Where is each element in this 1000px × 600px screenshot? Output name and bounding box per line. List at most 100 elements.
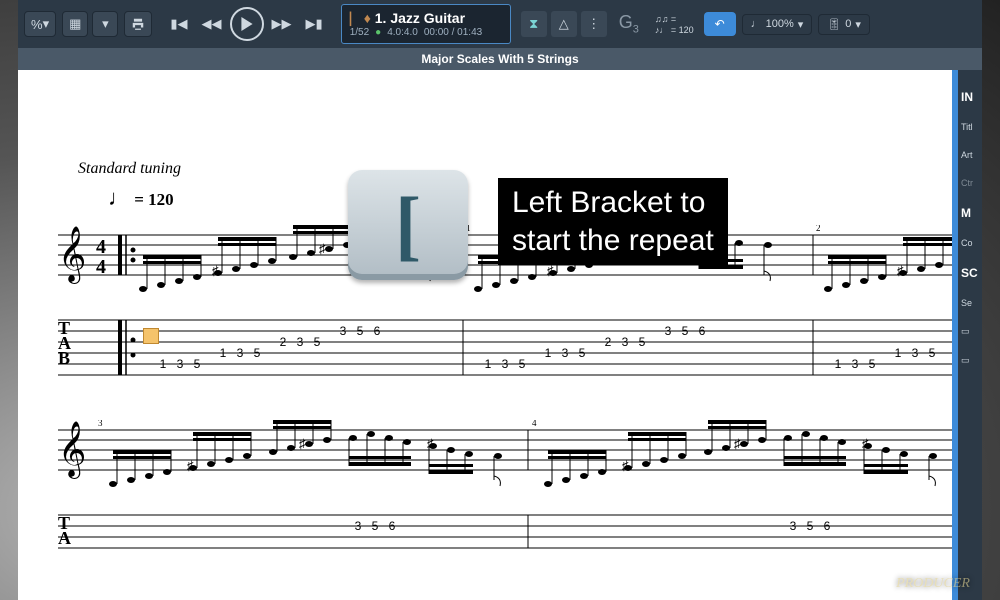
svg-text:3: 3 bbox=[237, 346, 244, 360]
tempo-box[interactable]: ♩ 100% ▾ bbox=[742, 14, 813, 35]
timer-icon[interactable]: ⧗ bbox=[521, 11, 547, 37]
svg-text:6: 6 bbox=[699, 324, 706, 338]
tab-staff-1: 135 135 235 356 135 135 235 356 135 135 bbox=[58, 315, 952, 380]
side-icon-1[interactable]: ▭ bbox=[961, 326, 970, 337]
svg-text:5: 5 bbox=[254, 346, 261, 360]
tuner-dropdown-icon[interactable]: ▾ bbox=[855, 18, 861, 31]
side-section-m: M bbox=[961, 206, 971, 220]
time-position: 00:00 / 01:43 bbox=[424, 27, 482, 38]
side-label-se[interactable]: Se bbox=[961, 298, 972, 308]
side-section-sc: SC bbox=[961, 266, 978, 280]
svg-text:♯: ♯ bbox=[299, 436, 306, 451]
layout-dropdown-icon[interactable]: ▾ bbox=[92, 11, 118, 37]
svg-text:2: 2 bbox=[605, 335, 612, 349]
watermark: PRODUCER bbox=[896, 576, 970, 592]
svg-text:3: 3 bbox=[355, 519, 362, 533]
status-block: ♫♫ = ♪♩ = 120 bbox=[651, 14, 698, 35]
edit-cursor[interactable] bbox=[143, 328, 159, 344]
staff-system-2: 𝄞 3 4 ♯ ♯ ♯ ♯ ♯ bbox=[58, 420, 952, 495]
svg-text:♯: ♯ bbox=[319, 241, 326, 256]
tuner-box[interactable]: 🎚 0 ▾ bbox=[818, 14, 870, 35]
content-area: Standard tuning ♩ = 120 𝄞 4 4 bbox=[18, 70, 982, 600]
annotation-text: Left Bracket to start the repeat bbox=[498, 178, 728, 265]
forward-end-button[interactable]: ▶▮ bbox=[300, 11, 329, 37]
tempo-marking: ♩ = 120 bbox=[108, 185, 174, 211]
svg-text:1: 1 bbox=[485, 357, 492, 371]
tab-staff-2: 356 356 bbox=[58, 510, 952, 550]
svg-text:5: 5 bbox=[194, 357, 201, 371]
tuning-label: Standard tuning bbox=[78, 160, 181, 178]
svg-text:5: 5 bbox=[357, 324, 364, 338]
svg-text:1: 1 bbox=[895, 346, 902, 360]
svg-text:5: 5 bbox=[579, 346, 586, 360]
zoom-button[interactable]: % ▾ bbox=[24, 11, 56, 37]
keycap-left-bracket: [ bbox=[348, 170, 468, 280]
side-label-title[interactable]: Titl bbox=[961, 122, 973, 132]
svg-text:𝄞: 𝄞 bbox=[58, 227, 86, 284]
document-title-bar: Major Scales With 5 Strings bbox=[18, 48, 982, 70]
side-label-ctr[interactable]: Ctr bbox=[961, 178, 973, 188]
svg-text:3: 3 bbox=[177, 357, 184, 371]
track-tools: ⧗ △ ⋮ bbox=[521, 11, 607, 37]
side-label-co[interactable]: Co bbox=[961, 238, 973, 248]
svg-text:6: 6 bbox=[374, 324, 381, 338]
tempo-note-icon: ♩ bbox=[751, 18, 762, 30]
track-info-panel[interactable]: ⎸♦ 1. Jazz Guitar 1/52 ●4.0:4.0 00:00 / … bbox=[341, 4, 511, 44]
svg-text:3: 3 bbox=[852, 357, 859, 371]
tuning-fork-icon: 🎚 bbox=[827, 18, 841, 31]
svg-text:3: 3 bbox=[912, 346, 919, 360]
app-window: % ▾ ▦ ▾ ▮◀ ◀◀ ▶▶ ▶▮ ⎸♦ 1. Jazz Guitar 1 bbox=[18, 0, 982, 600]
zoom-group: % ▾ bbox=[24, 11, 56, 37]
play-button[interactable] bbox=[230, 7, 264, 41]
play-icon bbox=[240, 17, 254, 31]
document-title: Major Scales With 5 Strings bbox=[421, 52, 578, 66]
time-sig: 4.0:4.0 bbox=[387, 27, 418, 38]
track-subinfo: 1/52 ●4.0:4.0 00:00 / 01:43 bbox=[350, 27, 502, 38]
svg-text:4: 4 bbox=[532, 420, 537, 428]
svg-text:1: 1 bbox=[220, 346, 227, 360]
svg-text:2: 2 bbox=[816, 225, 821, 233]
svg-text:5: 5 bbox=[807, 519, 814, 533]
side-label-artist[interactable]: Art bbox=[961, 150, 973, 160]
svg-text:3: 3 bbox=[562, 346, 569, 360]
chord-display: G3 bbox=[619, 12, 639, 36]
more-icon[interactable]: ⋮ bbox=[581, 11, 607, 37]
main-toolbar: % ▾ ▦ ▾ ▮◀ ◀◀ ▶▶ ▶▮ ⎸♦ 1. Jazz Guitar 1 bbox=[18, 0, 982, 48]
zoom-label: % bbox=[31, 17, 43, 32]
score-viewport[interactable]: Standard tuning ♩ = 120 𝄞 4 4 bbox=[18, 70, 952, 600]
transport-controls: ▮◀ ◀◀ ▶▶ ▶▮ bbox=[164, 7, 328, 41]
bar-count: 1/52 bbox=[350, 27, 369, 38]
svg-text:3: 3 bbox=[340, 324, 347, 338]
quarter-note-icon: ♩ bbox=[108, 185, 130, 210]
svg-text:1: 1 bbox=[545, 346, 552, 360]
metronome-icon[interactable]: △ bbox=[551, 11, 577, 37]
svg-text:3: 3 bbox=[790, 519, 797, 533]
layout-group: ▦ ▾ bbox=[62, 11, 118, 37]
side-section-info: IN bbox=[961, 90, 973, 104]
svg-text:4: 4 bbox=[96, 256, 106, 278]
tempo-dropdown-icon[interactable]: ▾ bbox=[798, 18, 804, 31]
svg-text:5: 5 bbox=[929, 346, 936, 360]
status-notes: ♫♫ = bbox=[651, 14, 698, 24]
svg-text:3: 3 bbox=[502, 357, 509, 371]
rewind-start-button[interactable]: ▮◀ bbox=[164, 11, 193, 37]
print-button[interactable] bbox=[124, 11, 152, 37]
undo-button[interactable]: ↶ bbox=[704, 12, 736, 36]
svg-text:5: 5 bbox=[869, 357, 876, 371]
svg-text:5: 5 bbox=[639, 335, 646, 349]
svg-text:3: 3 bbox=[622, 335, 629, 349]
track-name: ⎸♦ 1. Jazz Guitar bbox=[350, 10, 502, 27]
print-icon bbox=[131, 17, 145, 31]
tab-system-2: TA 356 356 bbox=[58, 510, 952, 555]
svg-text:3: 3 bbox=[665, 324, 672, 338]
rewind-button[interactable]: ◀◀ bbox=[196, 11, 228, 37]
svg-text:♯: ♯ bbox=[734, 436, 741, 451]
svg-text:3: 3 bbox=[297, 335, 304, 349]
tuner-value: 0 bbox=[845, 18, 851, 30]
layout-grid-icon[interactable]: ▦ bbox=[62, 11, 88, 37]
notation-staff-2: 𝄞 3 4 ♯ ♯ ♯ ♯ ♯ bbox=[58, 420, 952, 490]
svg-text:1: 1 bbox=[160, 357, 167, 371]
svg-text:5: 5 bbox=[314, 335, 321, 349]
side-icon-2[interactable]: ▭ bbox=[961, 355, 970, 366]
forward-button[interactable]: ▶▶ bbox=[266, 11, 298, 37]
